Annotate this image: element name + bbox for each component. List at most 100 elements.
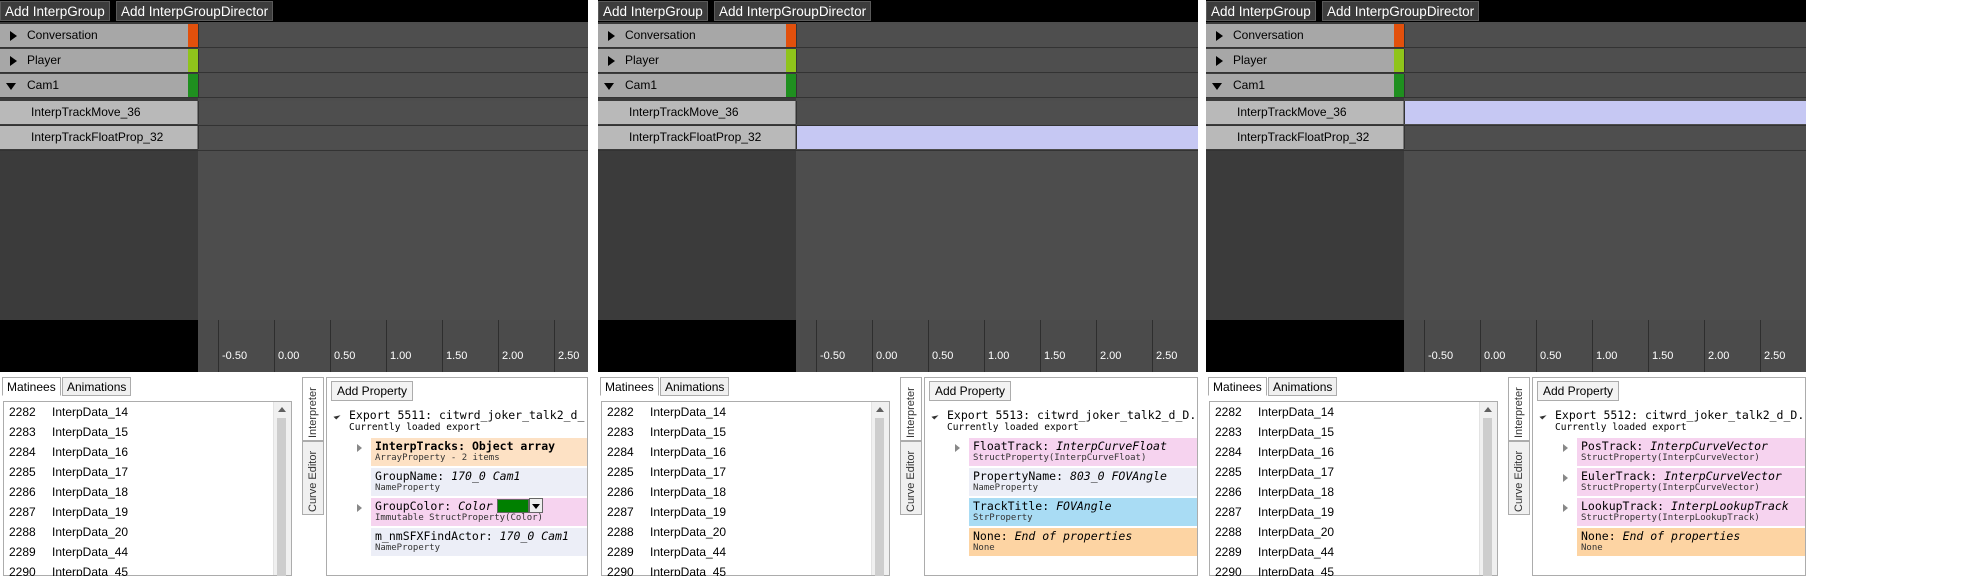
tab-animations[interactable]: Animations [1268, 377, 1338, 396]
matinee-list[interactable]: 2282 InterpData_14 2283 InterpData_15 2284 In… [1209, 401, 1498, 576]
track-lane[interactable] [198, 101, 588, 124]
group-label-cell[interactable]: Cam1 [0, 74, 198, 97]
track-lane[interactable] [198, 126, 588, 149]
scroll-thumb[interactable] [875, 418, 884, 576]
property-row[interactable]: EulerTrack: InterpCurveVector StructPrope… [1577, 468, 1805, 496]
expanded-triangle-icon[interactable] [1212, 83, 1222, 90]
track-label-cell[interactable]: InterpTrackMove_36 [0, 101, 198, 124]
collapsed-triangle-icon[interactable] [10, 31, 17, 41]
tab-interpreter[interactable]: Interpreter [302, 377, 324, 441]
tab-interpreter[interactable]: Interpreter [1508, 377, 1530, 441]
group-row-cam1[interactable]: Cam1 [1206, 74, 1806, 98]
group-row-conversation[interactable]: Conversation [0, 24, 588, 48]
property-row[interactable]: InterpTracks: Object array ArrayProperty … [371, 438, 587, 466]
scroll-thumb[interactable] [1483, 418, 1492, 576]
expand-arrow-icon[interactable] [1563, 474, 1568, 482]
track-lane[interactable] [1404, 126, 1806, 149]
group-row-cam1[interactable]: Cam1 [0, 74, 588, 98]
track-label-cell[interactable]: InterpTrackFloatProp_32 [1206, 126, 1404, 149]
add-interp-group-director-button[interactable]: Add InterpGroupDirector [1322, 1, 1480, 21]
tab-matinees[interactable]: Matinees [2, 377, 61, 396]
add-interp-group-director-button[interactable]: Add InterpGroupDirector [116, 1, 274, 21]
tab-animations[interactable]: Animations [660, 377, 730, 396]
property-row[interactable]: PropertyName: 803_0 FOVAngle NameProperty [969, 468, 1197, 496]
add-interp-group-button[interactable]: Add InterpGroup [1206, 1, 1316, 21]
property-row[interactable]: FloatTrack: InterpCurveFloat StructProper… [969, 438, 1197, 466]
group-label-cell[interactable]: Player [598, 49, 796, 72]
list-scrollbar[interactable] [273, 402, 291, 576]
tab-interpreter[interactable]: Interpreter [900, 377, 922, 441]
matinee-list[interactable]: 2282 InterpData_14 2283 InterpData_15 2284 In… [3, 401, 292, 576]
expand-triangle-icon[interactable] [333, 412, 341, 420]
group-label-cell[interactable]: Cam1 [598, 74, 796, 97]
expand-arrow-icon[interactable] [1563, 504, 1568, 512]
group-label-cell[interactable]: Player [0, 49, 198, 72]
tab-curve-editor[interactable]: Curve Editor [302, 441, 324, 515]
expand-arrow-icon[interactable] [357, 504, 362, 512]
group-row-conversation[interactable]: Conversation [1206, 24, 1806, 48]
track-row-1[interactable]: InterpTrackMove_36 [1206, 101, 1806, 126]
track-row-2[interactable]: InterpTrackFloatProp_32 [1206, 126, 1806, 151]
property-row[interactable]: None: End of properties None [1577, 528, 1805, 556]
property-row[interactable]: LookupTrack: InterpLookupTrack StructProp… [1577, 498, 1805, 526]
property-row[interactable]: m_nmSFXFindActor: 170_0 Cam1 NameProperty [371, 528, 587, 556]
expand-arrow-icon[interactable] [1563, 444, 1568, 452]
property-row[interactable]: TrackTitle: FOVAngle StrProperty [969, 498, 1197, 526]
collapsed-triangle-icon[interactable] [1216, 31, 1223, 41]
add-property-button[interactable]: Add Property [929, 381, 1012, 401]
group-row-player[interactable]: Player [598, 49, 1198, 73]
group-label-cell[interactable]: Conversation [0, 24, 198, 47]
collapsed-triangle-icon[interactable] [608, 31, 615, 41]
list-scrollbar[interactable] [871, 402, 889, 576]
track-row-1[interactable]: InterpTrackMove_36 [0, 101, 588, 126]
track-row-2[interactable]: InterpTrackFloatProp_32 [598, 126, 1198, 151]
add-property-button[interactable]: Add Property [1537, 381, 1620, 401]
property-row[interactable]: GroupColor: Color Immutable StructPropert… [371, 498, 587, 526]
track-label-cell[interactable]: InterpTrackFloatProp_32 [598, 126, 796, 149]
add-property-button[interactable]: Add Property [331, 381, 414, 401]
scroll-thumb[interactable] [277, 418, 286, 576]
track-lane[interactable] [1404, 101, 1806, 124]
add-interp-group-button[interactable]: Add InterpGroup [0, 1, 110, 21]
tab-curve-editor[interactable]: Curve Editor [1508, 441, 1530, 515]
matinee-list[interactable]: 2282 InterpData_14 2283 InterpData_15 2284 In… [601, 401, 890, 576]
expand-arrow-icon[interactable] [357, 444, 362, 452]
track-row-1[interactable]: InterpTrackMove_36 [598, 101, 1198, 126]
group-row-cam1[interactable]: Cam1 [598, 74, 1198, 98]
tab-matinees[interactable]: Matinees [600, 377, 659, 396]
property-row[interactable]: GroupName: 170_0 Cam1 NameProperty [371, 468, 587, 496]
scroll-up-arrow-icon[interactable] [1484, 407, 1492, 412]
tab-curve-editor[interactable]: Curve Editor [900, 441, 922, 515]
expand-triangle-icon[interactable] [1539, 412, 1547, 420]
track-label-cell[interactable]: InterpTrackFloatProp_32 [0, 126, 198, 149]
group-row-conversation[interactable]: Conversation [598, 24, 1198, 48]
add-interp-group-director-button[interactable]: Add InterpGroupDirector [714, 1, 872, 21]
track-lane[interactable] [796, 101, 1198, 124]
group-label-cell[interactable]: Conversation [1206, 24, 1404, 47]
collapsed-triangle-icon[interactable] [10, 56, 17, 66]
expanded-triangle-icon[interactable] [6, 83, 16, 90]
track-label-cell[interactable]: InterpTrackMove_36 [1206, 101, 1404, 124]
expanded-triangle-icon[interactable] [604, 83, 614, 90]
tab-matinees[interactable]: Matinees [1208, 377, 1267, 396]
track-label-cell[interactable]: InterpTrackMove_36 [598, 101, 796, 124]
list-scrollbar[interactable] [1479, 402, 1497, 576]
color-dropdown-button[interactable] [529, 498, 543, 513]
track-lane[interactable] [796, 126, 1198, 149]
group-label-cell[interactable]: Cam1 [1206, 74, 1404, 97]
property-row[interactable]: PosTrack: InterpCurveVector StructPropert… [1577, 438, 1805, 466]
track-row-2[interactable]: InterpTrackFloatProp_32 [0, 126, 588, 151]
expand-arrow-icon[interactable] [955, 444, 960, 452]
scroll-up-arrow-icon[interactable] [876, 407, 884, 412]
group-label-cell[interactable]: Player [1206, 49, 1404, 72]
tab-animations[interactable]: Animations [62, 377, 132, 396]
group-label-cell[interactable]: Conversation [598, 24, 796, 47]
collapsed-triangle-icon[interactable] [608, 56, 615, 66]
property-row[interactable]: None: End of properties None [969, 528, 1197, 556]
add-interp-group-button[interactable]: Add InterpGroup [598, 1, 708, 21]
group-row-player[interactable]: Player [1206, 49, 1806, 73]
scroll-up-arrow-icon[interactable] [278, 407, 286, 412]
group-row-player[interactable]: Player [0, 49, 588, 73]
collapsed-triangle-icon[interactable] [1216, 56, 1223, 66]
expand-triangle-icon[interactable] [931, 412, 939, 420]
